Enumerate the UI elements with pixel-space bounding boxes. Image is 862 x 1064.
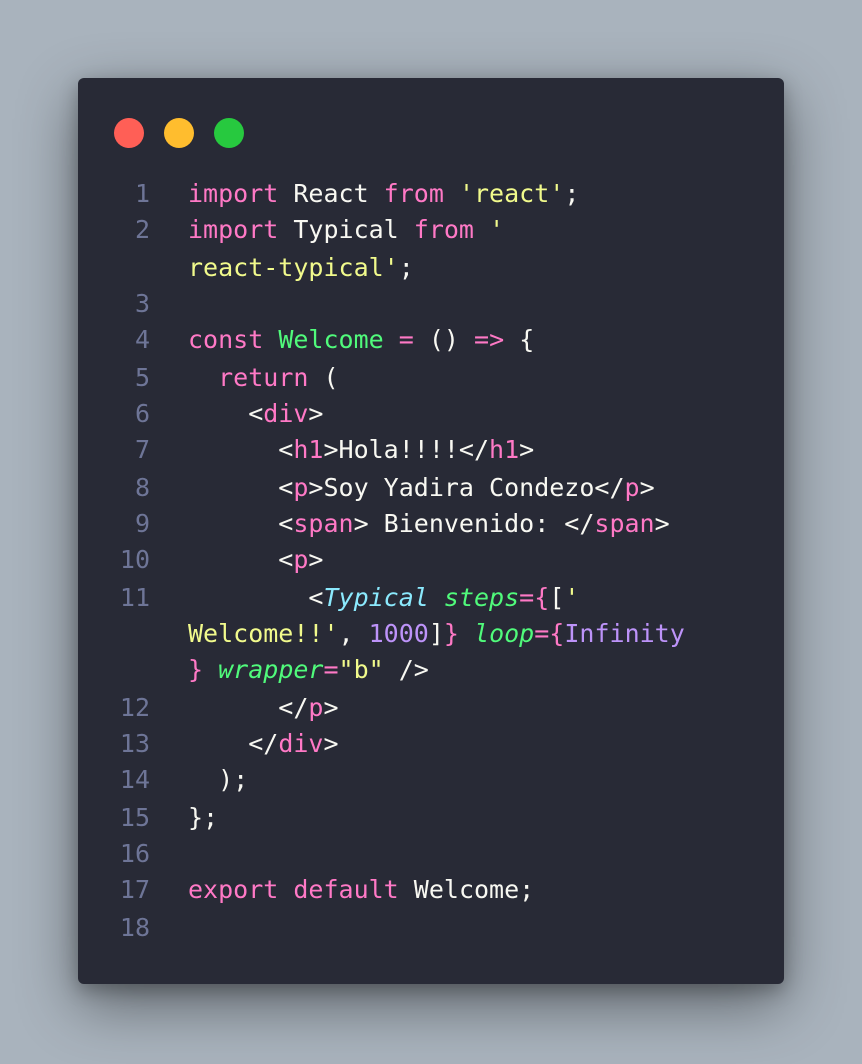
code-line-6: 6 <div> [78,396,784,432]
code-text: react-typical'; [188,253,414,282]
line-number: 18 [119,913,150,942]
code-line-9: 9 <span> Bienvenido: </span> [78,506,784,542]
code-line-11-wrap-1: Welcome!!', 1000]} loop={Infinity [78,616,784,652]
close-dot-icon[interactable] [114,118,144,148]
code-window: 1 import React from 'react'; 2 import Ty… [78,78,784,984]
line-number: 2 [134,215,150,244]
line-number: 5 [134,363,150,392]
code-text: } wrapper="b" /> [188,655,429,684]
code-text: <p> [188,545,324,574]
line-number: 17 [119,875,150,904]
code-text: Welcome!!', 1000]} loop={Infinity [188,619,685,648]
code-line-8: 8 <p>Soy Yadira Condezo</p> [78,470,784,506]
code-line-7: 7 <h1>Hola!!!!</h1> [78,432,784,468]
code-text: <div> [188,399,324,428]
code-line-14: 14 ); [78,762,784,798]
line-number: 11 [119,583,150,612]
code-line-17: 17 export default Welcome; [78,872,784,908]
code-text: <Typical steps={[' [188,583,580,612]
code-line-18: 18 [78,910,784,946]
code-line-16: 16 [78,836,784,872]
line-number: 7 [134,435,150,464]
line-number: 15 [119,803,150,832]
code-text: }; [188,803,219,832]
code-text: </p> [188,693,339,722]
code-text: import Typical from ' [188,215,505,244]
code-text: <p>Soy Yadira Condezo</p> [188,473,655,502]
line-number: 13 [119,729,150,758]
code-text: return ( [218,363,339,392]
line-number: 10 [119,545,150,574]
code-line-11: 11 <Typical steps={[' [78,580,784,616]
code-text: </div> [188,729,339,758]
code-line-10: 10 <p> [78,542,784,578]
line-number: 16 [119,839,150,868]
line-number: 8 [134,473,150,502]
code-line-1: 1 import React from 'react'; [78,176,784,212]
line-number: 4 [134,325,150,354]
code-line-2: 2 import Typical from ' [78,212,784,248]
line-number: 9 [134,509,150,538]
code-line-2-wrap: react-typical'; [78,250,784,286]
line-number: 12 [119,693,150,722]
line-number: 14 [119,765,150,794]
code-text: import React from 'react'; [188,179,580,208]
code-line-13: 13 </div> [78,726,784,762]
code-line-3: 3 [78,286,784,322]
line-number: 6 [134,399,150,428]
code-line-5: 5 return ( [78,360,784,396]
code-text: ); [188,765,249,794]
code-line-4: 4 const Welcome = () => { [78,322,784,358]
maximize-dot-icon[interactable] [214,118,244,148]
code-text: const Welcome = () => { [188,325,535,354]
line-number: 3 [134,289,150,318]
code-text: <span> Bienvenido: </span> [188,509,670,538]
code-line-11-wrap-2: } wrapper="b" /> [78,652,784,688]
line-number: 1 [134,179,150,208]
code-text: export default Welcome; [188,875,535,904]
code-text: <h1>Hola!!!!</h1> [188,435,535,464]
code-line-12: 12 </p> [78,690,784,726]
minimize-dot-icon[interactable] [164,118,194,148]
code-line-15: 15 }; [78,800,784,836]
